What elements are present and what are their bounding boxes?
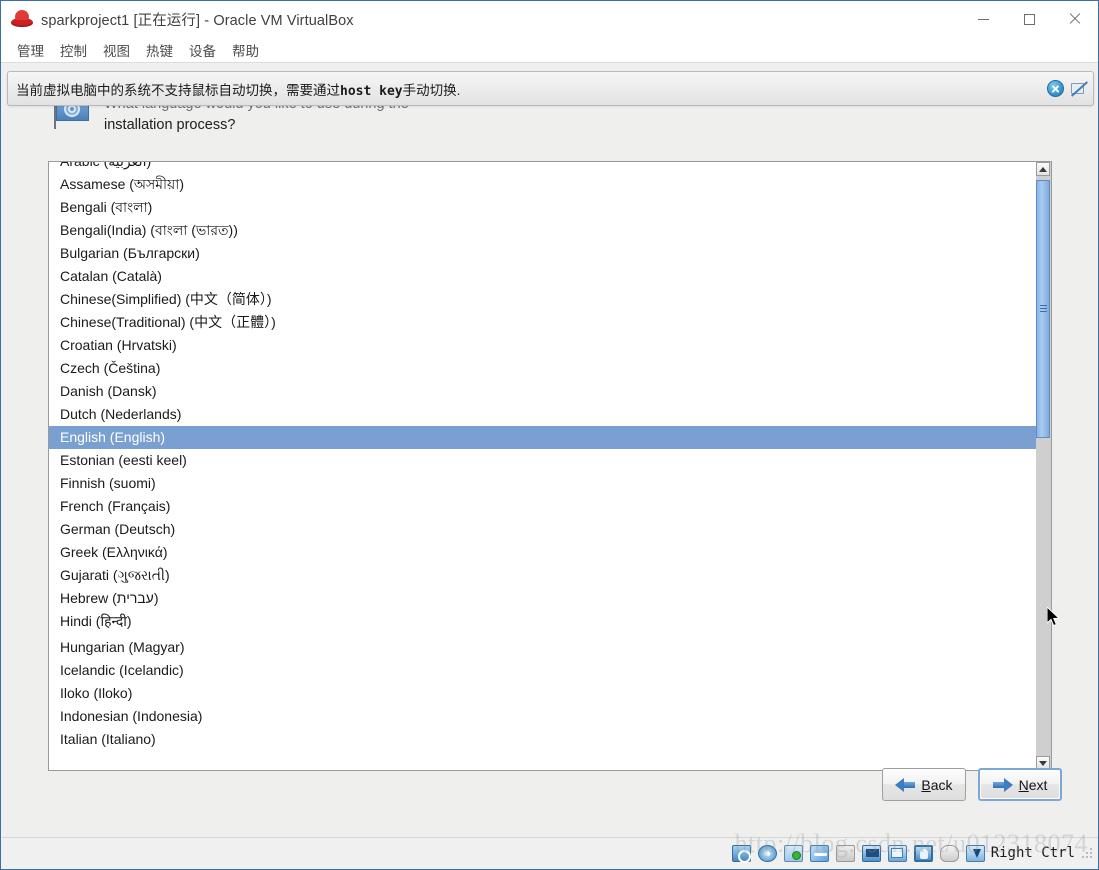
arrow-left-icon bbox=[895, 777, 916, 792]
shared-folder-icon[interactable] bbox=[835, 844, 855, 862]
language-list-item[interactable]: Bengali (বাংলা) bbox=[49, 196, 1051, 219]
notification-actions bbox=[1047, 72, 1088, 105]
menu-item-manage[interactable]: 管理 bbox=[9, 38, 52, 62]
redhat-icon bbox=[11, 8, 33, 30]
back-button-label: ack bbox=[930, 776, 953, 793]
remote-screen-icon[interactable] bbox=[887, 844, 907, 862]
maximize-button[interactable] bbox=[1006, 1, 1052, 37]
language-list-item[interactable]: Indonesian (Indonesia) bbox=[49, 705, 1051, 728]
language-listbox[interactable]: Arabic (العربية) Assamese (অসমীয়া) Bengal… bbox=[48, 161, 1052, 771]
centos-installer: What language would you like to use duri… bbox=[2, 65, 1098, 839]
language-list-item[interactable]: Finnish (suomi) bbox=[49, 472, 1051, 495]
host-key-label: Right Ctrl bbox=[990, 845, 1075, 861]
menu-bar: 管理 控制 视图 热键 设备 帮助 bbox=[1, 37, 1098, 63]
network-icon[interactable] bbox=[783, 844, 803, 862]
notification-message: 当前虚拟电脑中的系统不支持鼠标自动切换，需要通过host key手动切换. bbox=[16, 79, 460, 99]
language-list-item[interactable]: Chinese(Traditional) (中文（正體）) bbox=[49, 311, 1051, 334]
language-list-item[interactable]: Chinese(Simplified) (中文（简体）) bbox=[49, 288, 1051, 311]
scrollbar-grip-icon bbox=[1040, 305, 1047, 313]
host-key-icon[interactable] bbox=[965, 844, 985, 862]
notification-text-before: 当前虚拟电脑中的系统不支持鼠标自动切换，需要通过 bbox=[16, 82, 340, 98]
menu-item-view[interactable]: 视图 bbox=[95, 38, 138, 62]
back-button-mnemonic: B bbox=[921, 776, 931, 793]
next-button-mnemonic: N bbox=[1018, 776, 1029, 793]
optical-disk-icon[interactable] bbox=[757, 844, 777, 862]
language-list-item[interactable]: Hungarian (Magyar) bbox=[49, 636, 1051, 659]
scroll-up-icon[interactable] bbox=[1036, 162, 1050, 176]
hard-disk-icon[interactable] bbox=[731, 844, 751, 863]
menu-item-help[interactable]: 帮助 bbox=[224, 38, 267, 62]
minimize-icon bbox=[977, 18, 989, 20]
status-bar: Right Ctrl bbox=[2, 837, 1098, 868]
language-list-item[interactable]: Arabic (العربية) bbox=[49, 162, 1051, 173]
maximize-icon bbox=[1023, 13, 1035, 25]
language-list-item[interactable]: Dutch (Nederlands) bbox=[49, 403, 1051, 426]
wizard-buttons: Back Next bbox=[882, 768, 1062, 801]
mouse-integration-disabled-icon[interactable] bbox=[1070, 80, 1088, 97]
language-list-item[interactable]: Hebrew (עברית) bbox=[49, 587, 1051, 610]
close-icon bbox=[1069, 13, 1081, 25]
language-list-item[interactable]: Estonian (eesti keel) bbox=[49, 449, 1051, 472]
language-list-item[interactable]: Catalan (Català) bbox=[49, 265, 1051, 288]
menu-item-devices[interactable]: 设备 bbox=[181, 38, 224, 62]
mouse-integration-notification-bar: 当前虚拟电脑中的系统不支持鼠标自动切换，需要通过host key手动切换. bbox=[7, 71, 1094, 106]
language-list-item[interactable]: Iloko (Iloko) bbox=[49, 682, 1051, 705]
minimize-button[interactable] bbox=[960, 1, 1006, 37]
menu-item-hotkeys[interactable]: 热键 bbox=[138, 38, 181, 62]
language-list-item[interactable]: Gujarati (ગુજરાતી) bbox=[49, 564, 1051, 587]
next-button-label: ext bbox=[1028, 776, 1048, 793]
usb-icon[interactable] bbox=[809, 844, 829, 862]
language-list-item[interactable]: Croatian (Hrvatski) bbox=[49, 334, 1051, 357]
language-list: Arabic (العربية) Assamese (অসমীয়া) Bengal… bbox=[49, 162, 1051, 751]
language-list-item[interactable]: Danish (Dansk) bbox=[49, 380, 1051, 403]
language-list-item[interactable]: Greek (Ελληνικά) bbox=[49, 541, 1051, 564]
close-button[interactable] bbox=[1052, 1, 1098, 37]
language-list-item[interactable]: Bulgarian (Български) bbox=[49, 242, 1051, 265]
scrollbar-thumb[interactable] bbox=[1036, 180, 1050, 438]
title-bar: sparkproject1 [正在运行] - Oracle VM Virtual… bbox=[1, 1, 1098, 37]
next-button[interactable]: Next bbox=[978, 768, 1062, 801]
menu-item-control[interactable]: 控制 bbox=[52, 38, 95, 62]
display-icon[interactable] bbox=[861, 844, 881, 862]
notification-text-hostkey: host key bbox=[340, 83, 403, 99]
language-list-item[interactable]: Icelandic (Icelandic) bbox=[49, 659, 1051, 682]
prompt-line-2: installation process? bbox=[104, 117, 236, 133]
arrow-right-icon bbox=[992, 777, 1013, 792]
language-list-item[interactable]: German (Deutsch) bbox=[49, 518, 1051, 541]
back-button[interactable]: Back bbox=[882, 768, 966, 801]
cpu-icon[interactable] bbox=[913, 844, 933, 862]
language-list-item[interactable]: English (English) bbox=[49, 426, 1051, 449]
language-list-scrollbar[interactable] bbox=[1036, 161, 1052, 771]
language-list-item[interactable]: Czech (Čeština) bbox=[49, 357, 1051, 380]
language-list-item[interactable]: Italian (Italiano) bbox=[49, 728, 1051, 751]
window-controls bbox=[960, 1, 1098, 37]
device-indicators bbox=[731, 844, 985, 863]
mouse-icon[interactable] bbox=[939, 844, 959, 862]
window-title: sparkproject1 [正在运行] - Oracle VM Virtual… bbox=[41, 12, 354, 29]
language-list-item[interactable]: Assamese (অসমীয়া) bbox=[49, 173, 1051, 196]
notification-text-after: 手动切换. bbox=[402, 82, 461, 98]
virtualbox-window: sparkproject1 [正在运行] - Oracle VM Virtual… bbox=[0, 0, 1099, 870]
language-list-item[interactable]: Bengali(India) (বাংলা (ভারত)) bbox=[49, 219, 1051, 242]
language-list-item[interactable]: French (Français) bbox=[49, 495, 1051, 518]
resize-grip[interactable] bbox=[1081, 847, 1093, 859]
language-list-item[interactable]: Hindi (हिन्दी) bbox=[49, 610, 1051, 633]
close-circle-icon[interactable] bbox=[1047, 80, 1064, 97]
vm-guest-screen[interactable]: What language would you like to use duri… bbox=[2, 65, 1098, 839]
